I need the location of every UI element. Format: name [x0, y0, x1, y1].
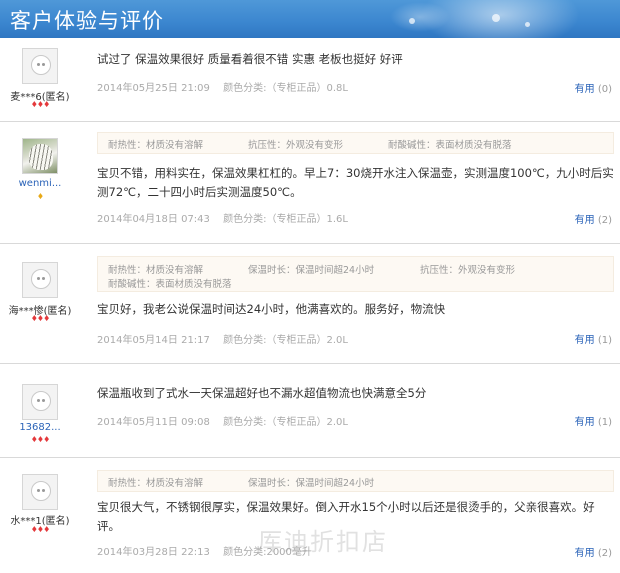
- useful-button[interactable]: 有用 (1): [575, 331, 612, 346]
- header-bokeh: [409, 18, 415, 24]
- review-item: wenmi... ♦ 耐热性：材质没有溶解 抗压性：外观没有变形 耐酸碱性：表面…: [0, 122, 620, 244]
- white-tiger-avatar-icon: [29, 144, 53, 170]
- review-spec: 颜色分类:（专柜正品）1.6L: [223, 214, 348, 225]
- review-text: 试过了 保温效果很好 质量看着很不错 实惠 老板也挺好 好评: [97, 52, 403, 66]
- header-bokeh: [492, 14, 500, 22]
- review-date: 2014年05月11日 09:08: [97, 417, 210, 428]
- review-tags: 耐热性：材质没有溶解 保温时长：保温时间超24小时: [97, 470, 614, 492]
- review-spec: 颜色分类:（专柜正品）2.0L: [223, 335, 348, 346]
- useful-count: (2): [597, 548, 612, 559]
- useful-count: (0): [597, 84, 612, 95]
- avatar[interactable]: [22, 384, 58, 420]
- useful-label: 有用: [574, 84, 595, 95]
- page-title: 客户体验与评价: [10, 9, 164, 33]
- buyer-level-icon: ♦♦♦: [30, 525, 51, 534]
- review-date: 2014年04月18日 07:43: [97, 214, 210, 225]
- header-bar: 客户体验与评价: [0, 0, 620, 38]
- review-meta: 2014年05月25日 21:09 颜色分类:（专柜正品）0.8L: [97, 79, 358, 94]
- useful-button[interactable]: 有用 (2): [575, 211, 612, 226]
- useful-button[interactable]: 有用 (2): [575, 544, 612, 559]
- avatar[interactable]: [22, 474, 58, 510]
- review-date: 2014年05月14日 21:17: [97, 335, 210, 346]
- review-tag: 保温时长：保温时间超24小时: [248, 478, 375, 489]
- review-date: 2014年05月25日 21:09: [97, 83, 210, 94]
- useful-count: (2): [597, 215, 612, 226]
- review-item: 海***惨(匿名) ♦♦♦ 耐热性：材质没有溶解 保温时长：保温时间超24小时 …: [0, 244, 620, 364]
- review-item: 13682... ♦♦♦ 保温瓶收到了式水一天保温超好也不漏水超值物流也快满意全…: [0, 364, 620, 458]
- useful-button[interactable]: 有用 (0): [575, 80, 612, 95]
- useful-count: (1): [597, 335, 612, 346]
- store-watermark: 厍迪折扣店: [258, 528, 388, 556]
- review-tag: 耐热性：材质没有溶解: [108, 140, 204, 151]
- review-tag: 抗压性：外观没有变形: [420, 265, 516, 276]
- useful-label: 有用: [574, 548, 595, 559]
- review-text: 保温瓶收到了式水一天保温超好也不漏水超值物流也快满意全5分: [97, 386, 427, 400]
- header-bokeh: [525, 22, 530, 27]
- header-glow: [390, 2, 450, 32]
- review-tag: 抗压性：外观没有变形: [248, 140, 344, 151]
- buyer-level-icon: ♦♦♦: [30, 435, 51, 444]
- useful-count: (1): [597, 417, 612, 428]
- review-username[interactable]: 13682...: [0, 422, 80, 433]
- review-text: 宝贝好，我老公说保温时间达24小时，他满喜欢的。服务好，物流快: [97, 302, 446, 316]
- buyer-level-icon: ♦♦♦: [30, 314, 51, 323]
- review-tag: 耐酸碱性：表面材质没有脱落: [388, 140, 512, 151]
- review-meta: 2014年05月14日 21:17 颜色分类:（专柜正品）2.0L: [97, 331, 358, 346]
- review-tag: 耐热性：材质没有溶解: [108, 265, 204, 276]
- default-avatar-icon: [31, 391, 51, 411]
- review-tag: 耐热性：材质没有溶解: [108, 478, 204, 489]
- review-spec: 颜色分类:（专柜正品）0.8L: [223, 83, 348, 94]
- avatar[interactable]: [22, 48, 58, 84]
- review-tags: 耐热性：材质没有溶解 保温时长：保温时间超24小时 抗压性：外观没有变形 耐酸碱…: [97, 256, 614, 292]
- useful-button[interactable]: 有用 (1): [575, 413, 612, 428]
- review-date: 2014年03月28日 22:13: [97, 547, 210, 558]
- default-avatar-icon: [31, 481, 51, 501]
- default-avatar-icon: [31, 55, 51, 75]
- review-meta: 2014年05月11日 09:08 颜色分类:（专柜正品）2.0L: [97, 413, 358, 428]
- review-item: 麦***6(匿名) ♦♦♦ 试过了 保温效果很好 质量看着很不错 实惠 老板也挺…: [0, 38, 620, 122]
- review-tag: 保温时长：保温时间超24小时: [248, 265, 375, 276]
- review-username[interactable]: wenmi...: [0, 178, 80, 189]
- avatar[interactable]: [22, 138, 58, 174]
- buyer-level-icon: ♦: [36, 192, 44, 201]
- useful-label: 有用: [574, 215, 595, 226]
- default-avatar-icon: [31, 269, 51, 289]
- useful-label: 有用: [574, 417, 595, 428]
- review-tag: 耐酸碱性：表面材质没有脱落: [108, 279, 232, 290]
- review-meta: 2014年04月18日 07:43 颜色分类:（专柜正品）1.6L: [97, 210, 358, 225]
- review-spec: 颜色分类:（专柜正品）2.0L: [223, 417, 348, 428]
- buyer-level-icon: ♦♦♦: [30, 100, 51, 109]
- review-text: 宝贝不错，用料实在，保温效果杠杠的。早上7：30烧开水注入保温壶，实测温度100…: [97, 166, 614, 199]
- review-tags: 耐热性：材质没有溶解 抗压性：外观没有变形 耐酸碱性：表面材质没有脱落: [97, 132, 614, 154]
- avatar[interactable]: [22, 262, 58, 298]
- useful-label: 有用: [574, 335, 595, 346]
